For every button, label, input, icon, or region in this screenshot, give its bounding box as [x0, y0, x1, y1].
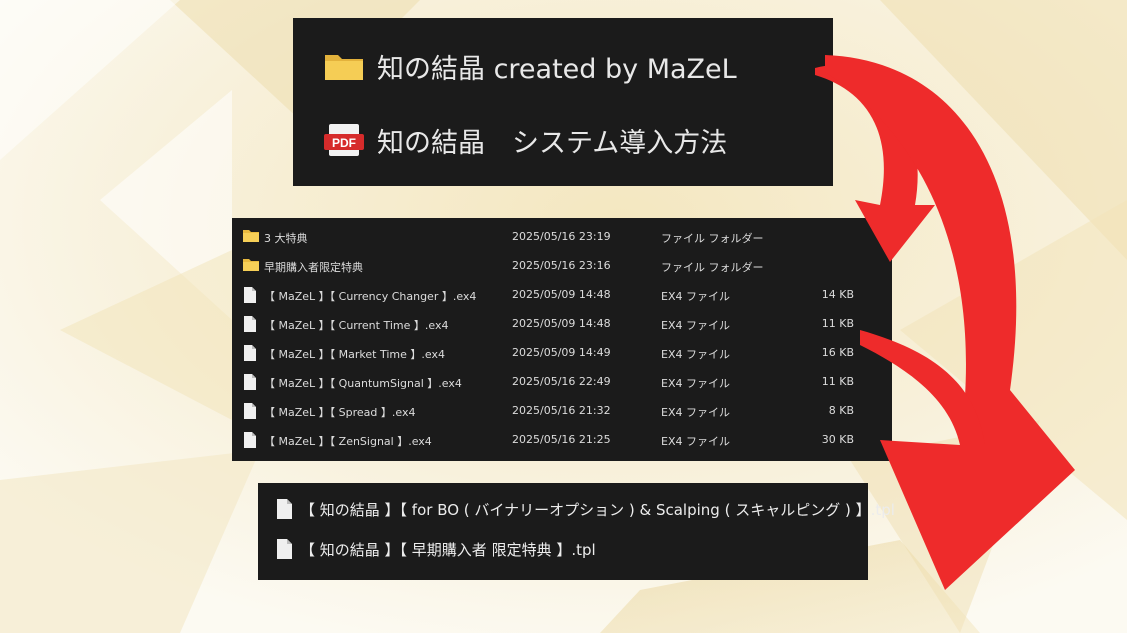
file-row[interactable]: 【 MaZeL 】【 Market Time 】.ex4 2025/05/09 … — [232, 338, 892, 367]
file-row[interactable]: 3 大特典 2025/05/16 23:19 ファイル フォルダー — [232, 222, 892, 251]
file-date: 2025/05/16 23:16 — [512, 259, 611, 272]
file-name: 【 MaZeL 】【 Spread 】.ex4 — [264, 406, 416, 419]
file-row[interactable]: 【 MaZeL 】【 Currency Changer 】.ex4 2025/0… — [232, 280, 892, 309]
pdf-item-guide[interactable]: PDF 知の結晶 システム導入方法 — [323, 118, 727, 162]
folder-item-main[interactable]: 知の結晶 created by MaZeL — [323, 44, 737, 88]
file-size: 16 KB — [821, 346, 854, 359]
file-row[interactable]: 【 MaZeL 】【 Spread 】.ex4 2025/05/16 21:32… — [232, 396, 892, 425]
template-file-row[interactable]: 【 知の結晶 】【 早期購入者 限定特典 】.tpl — [276, 535, 596, 563]
file-row[interactable]: 【 MaZeL 】【 Current Time 】.ex4 2025/05/09… — [232, 309, 892, 338]
file-type: ファイル フォルダー — [661, 232, 764, 245]
file-icon — [243, 403, 256, 419]
file-row[interactable]: 【 MaZeL 】【 QuantumSignal 】.ex4 2025/05/1… — [232, 367, 892, 396]
file-list: 3 大特典 2025/05/16 23:19 ファイル フォルダー 早期購入者限… — [232, 218, 892, 461]
file-icon — [243, 374, 256, 390]
file-type: ファイル フォルダー — [661, 261, 764, 274]
file-icon — [243, 432, 256, 448]
file-name: 早期購入者限定特典 — [264, 261, 363, 274]
file-type: EX4 ファイル — [661, 290, 730, 303]
file-date: 2025/05/09 14:49 — [512, 346, 611, 359]
file-icon — [243, 345, 256, 361]
file-type: EX4 ファイル — [661, 319, 730, 332]
file-row[interactable]: 【 MaZeL 】【 ZenSignal 】.ex4 2025/05/16 21… — [232, 425, 892, 454]
file-name: 【 MaZeL 】【 ZenSignal 】.ex4 — [264, 435, 432, 448]
file-date: 2025/05/16 21:25 — [512, 433, 611, 446]
pdf-icon: PDF — [323, 123, 365, 157]
file-size: 8 KB — [828, 404, 854, 417]
file-date: 2025/05/09 14:48 — [512, 288, 611, 301]
file-row[interactable]: 早期購入者限定特典 2025/05/16 23:16 ファイル フォルダー — [232, 251, 892, 280]
file-type: EX4 ファイル — [661, 435, 730, 448]
file-type: EX4 ファイル — [661, 348, 730, 361]
file-name: 【 MaZeL 】【 Current Time 】.ex4 — [264, 319, 449, 332]
file-date: 2025/05/16 22:49 — [512, 375, 611, 388]
file-type: EX4 ファイル — [661, 377, 730, 390]
pdf-icon-text: PDF — [332, 136, 356, 150]
folder-icon — [323, 50, 365, 82]
template-file-list: 【 知の結晶 】【 for BO ( バイナリーオプション ) & Scalpi… — [258, 483, 895, 580]
pdf-item-label: 知の結晶 システム導入方法 — [377, 127, 728, 159]
file-icon — [243, 287, 256, 303]
template-file-name: 【 知の結晶 】【 for BO ( バイナリーオプション ) & Scalpi… — [300, 500, 895, 519]
file-size: 11 KB — [821, 375, 854, 388]
folder-view-top: 知の結晶 created by MaZeL PDF 知の結晶 システム導入方法 — [293, 18, 833, 186]
file-name: 【 MaZeL 】【 Market Time 】.ex4 — [264, 348, 445, 361]
folder-icon — [243, 229, 259, 242]
file-size: 30 KB — [821, 433, 854, 446]
template-file-row[interactable]: 【 知の結晶 】【 for BO ( バイナリーオプション ) & Scalpi… — [276, 495, 895, 523]
file-icon — [276, 499, 292, 519]
template-file-name: 【 知の結晶 】【 早期購入者 限定特典 】.tpl — [300, 540, 596, 559]
file-size: 11 KB — [821, 317, 854, 330]
file-name: 【 MaZeL 】【 QuantumSignal 】.ex4 — [264, 377, 462, 390]
file-date: 2025/05/09 14:48 — [512, 317, 611, 330]
file-date: 2025/05/16 21:32 — [512, 404, 611, 417]
folder-item-label: 知の結晶 created by MaZeL — [377, 53, 737, 85]
file-size: 14 KB — [821, 288, 854, 301]
file-date: 2025/05/16 23:19 — [512, 230, 611, 243]
file-type: EX4 ファイル — [661, 406, 730, 419]
file-name: 3 大特典 — [264, 232, 308, 245]
folder-icon — [243, 258, 259, 271]
file-icon — [243, 316, 256, 332]
file-icon — [276, 539, 292, 559]
file-name: 【 MaZeL 】【 Currency Changer 】.ex4 — [264, 290, 477, 303]
